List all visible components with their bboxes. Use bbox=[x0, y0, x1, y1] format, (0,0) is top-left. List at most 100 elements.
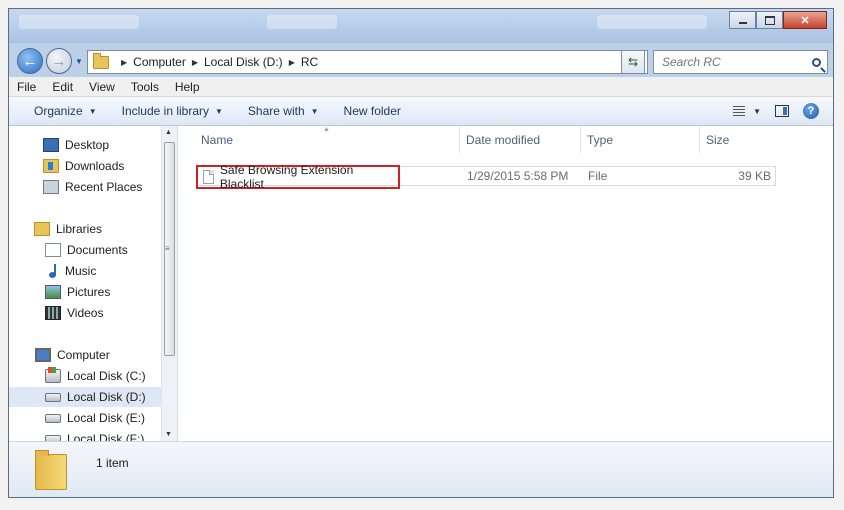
nav-label: Pictures bbox=[67, 285, 111, 299]
organize-button[interactable]: Organize ▼ bbox=[9, 104, 110, 118]
new-folder-button[interactable]: New folder bbox=[332, 104, 414, 118]
nav-label: Downloads bbox=[65, 159, 125, 173]
close-icon: ✕ bbox=[800, 14, 810, 27]
breadcrumb-local-disk-d[interactable]: Local Disk (D:) bbox=[204, 55, 283, 69]
computer-icon bbox=[35, 348, 51, 362]
scroll-up-icon[interactable]: ▲ bbox=[165, 129, 172, 136]
folder-icon bbox=[35, 450, 67, 490]
nav-label: Computer bbox=[57, 348, 110, 362]
menu-file[interactable]: File bbox=[9, 80, 44, 94]
minimize-button[interactable] bbox=[729, 11, 756, 29]
recent-places-icon bbox=[43, 180, 59, 194]
scrollbar-grip-icon: ≡ bbox=[165, 244, 170, 253]
nav-label: Libraries bbox=[56, 222, 103, 236]
nav-item-music[interactable]: Music bbox=[9, 261, 177, 281]
breadcrumb-chevron-icon[interactable]: ▶ bbox=[289, 58, 295, 67]
explorer-window: ✕ ← → ▼ ▶ Computer ▶ Local Disk (D:) ▶ R… bbox=[8, 8, 834, 498]
column-header-type[interactable]: Type bbox=[581, 126, 700, 154]
nav-label: Desktop bbox=[65, 138, 110, 152]
refresh-button[interactable]: ⇆ bbox=[621, 50, 645, 74]
help-icon[interactable]: ? bbox=[803, 103, 819, 119]
nav-item-libraries[interactable]: Libraries bbox=[9, 219, 177, 239]
column-header-date-modified[interactable]: Date modified bbox=[460, 126, 581, 154]
nav-item-downloads[interactable]: Downloads bbox=[9, 156, 177, 176]
nav-item-videos[interactable]: Videos bbox=[9, 303, 177, 323]
change-view-button[interactable]: ▼ bbox=[733, 106, 761, 116]
minimize-icon bbox=[738, 22, 747, 24]
nav-item-documents[interactable]: Documents bbox=[9, 240, 177, 260]
search-input[interactable] bbox=[660, 54, 804, 70]
nav-item-pictures[interactable]: Pictures bbox=[9, 282, 177, 302]
breadcrumb-computer[interactable]: Computer bbox=[133, 55, 186, 69]
include-in-library-button[interactable]: Include in library ▼ bbox=[110, 104, 236, 118]
close-button[interactable]: ✕ bbox=[783, 11, 827, 29]
system-drive-icon bbox=[45, 367, 61, 383]
maximize-button[interactable] bbox=[756, 11, 783, 29]
forward-button[interactable]: → bbox=[46, 48, 72, 74]
documents-icon bbox=[45, 243, 61, 257]
item-count: 1 item bbox=[96, 456, 129, 470]
nav-item-local-disk-f[interactable]: Local Disk (F:) bbox=[9, 429, 177, 441]
forward-arrow-icon: → bbox=[51, 52, 67, 70]
nav-label: Local Disk (D:) bbox=[67, 390, 146, 404]
nav-item-computer[interactable]: Computer bbox=[9, 345, 177, 365]
chevron-down-icon: ▼ bbox=[310, 106, 319, 116]
blurred-title-area bbox=[597, 15, 707, 29]
blurred-title-area bbox=[267, 15, 337, 29]
nav-item-local-disk-c[interactable]: Local Disk (C:) bbox=[9, 366, 177, 386]
nav-item-desktop[interactable]: Desktop bbox=[9, 135, 177, 155]
nav-scrollbar[interactable]: ▲ ≡ ▼ bbox=[161, 126, 177, 441]
breadcrumb-chevron-icon[interactable]: ▶ bbox=[192, 58, 198, 67]
menu-help[interactable]: Help bbox=[167, 80, 208, 94]
nav-label: Local Disk (C:) bbox=[67, 369, 146, 383]
back-button[interactable]: ← bbox=[17, 48, 43, 74]
nav-label: Videos bbox=[67, 306, 104, 320]
menu-edit[interactable]: Edit bbox=[44, 80, 81, 94]
organize-label: Organize bbox=[34, 104, 83, 118]
view-controls: ▼ ? bbox=[733, 97, 833, 125]
breadcrumb-chevron-icon[interactable]: ▶ bbox=[121, 58, 127, 67]
column-label: Size bbox=[706, 133, 730, 147]
nav-item-recent-places[interactable]: Recent Places bbox=[9, 177, 177, 197]
preview-pane-icon bbox=[775, 105, 789, 117]
breadcrumb-rc[interactable]: RC bbox=[301, 55, 318, 69]
preview-pane-button[interactable] bbox=[775, 105, 789, 117]
refresh-icon: ⇆ bbox=[627, 55, 639, 69]
file-icon bbox=[203, 170, 214, 184]
maximize-icon bbox=[764, 15, 775, 25]
recent-pages-dropdown-icon[interactable]: ▼ bbox=[75, 57, 83, 66]
chevron-down-icon: ▼ bbox=[88, 106, 97, 116]
music-icon bbox=[49, 264, 59, 278]
caption-buttons: ✕ bbox=[729, 11, 827, 29]
folder-icon bbox=[93, 52, 109, 69]
nav-item-local-disk-e[interactable]: Local Disk (E:) bbox=[9, 408, 177, 428]
nav-label: Music bbox=[65, 264, 97, 278]
back-arrow-icon: ← bbox=[22, 52, 38, 70]
nav-item-local-disk-d[interactable]: Local Disk (D:) bbox=[9, 387, 177, 407]
column-header-name[interactable]: Name bbox=[195, 126, 460, 154]
title-bar: ✕ bbox=[9, 9, 833, 43]
drive-icon bbox=[45, 392, 61, 402]
views-icon bbox=[733, 106, 746, 116]
column-label: Type bbox=[587, 133, 614, 147]
search-box[interactable] bbox=[653, 50, 828, 74]
nav-label: Local Disk (F:) bbox=[67, 432, 145, 441]
include-label: Include in library bbox=[121, 104, 209, 118]
pictures-icon bbox=[45, 285, 61, 299]
share-with-button[interactable]: Share with ▼ bbox=[236, 104, 332, 118]
desktop-icon bbox=[43, 138, 59, 152]
file-date-modified: 1/29/2015 5:58 PM bbox=[467, 169, 569, 183]
nav-label: Recent Places bbox=[65, 180, 143, 194]
column-header-size[interactable]: Size bbox=[700, 126, 780, 154]
file-name: Safe Browsing Extension Blacklist bbox=[219, 163, 354, 191]
menu-view[interactable]: View bbox=[81, 80, 123, 94]
file-type: File bbox=[588, 169, 608, 183]
highlighted-file-name[interactable]: Safe Browsing Extension Blacklist bbox=[196, 163, 400, 191]
new-folder-label: New folder bbox=[343, 104, 401, 118]
search-icon[interactable] bbox=[812, 57, 821, 67]
scroll-down-icon[interactable]: ▼ bbox=[165, 431, 172, 438]
menu-bar: File Edit View Tools Help bbox=[9, 77, 833, 97]
menu-tools[interactable]: Tools bbox=[123, 80, 167, 94]
address-bar[interactable]: ▶ Computer ▶ Local Disk (D:) ▶ RC ▼ bbox=[87, 50, 648, 74]
downloads-icon bbox=[43, 159, 59, 173]
